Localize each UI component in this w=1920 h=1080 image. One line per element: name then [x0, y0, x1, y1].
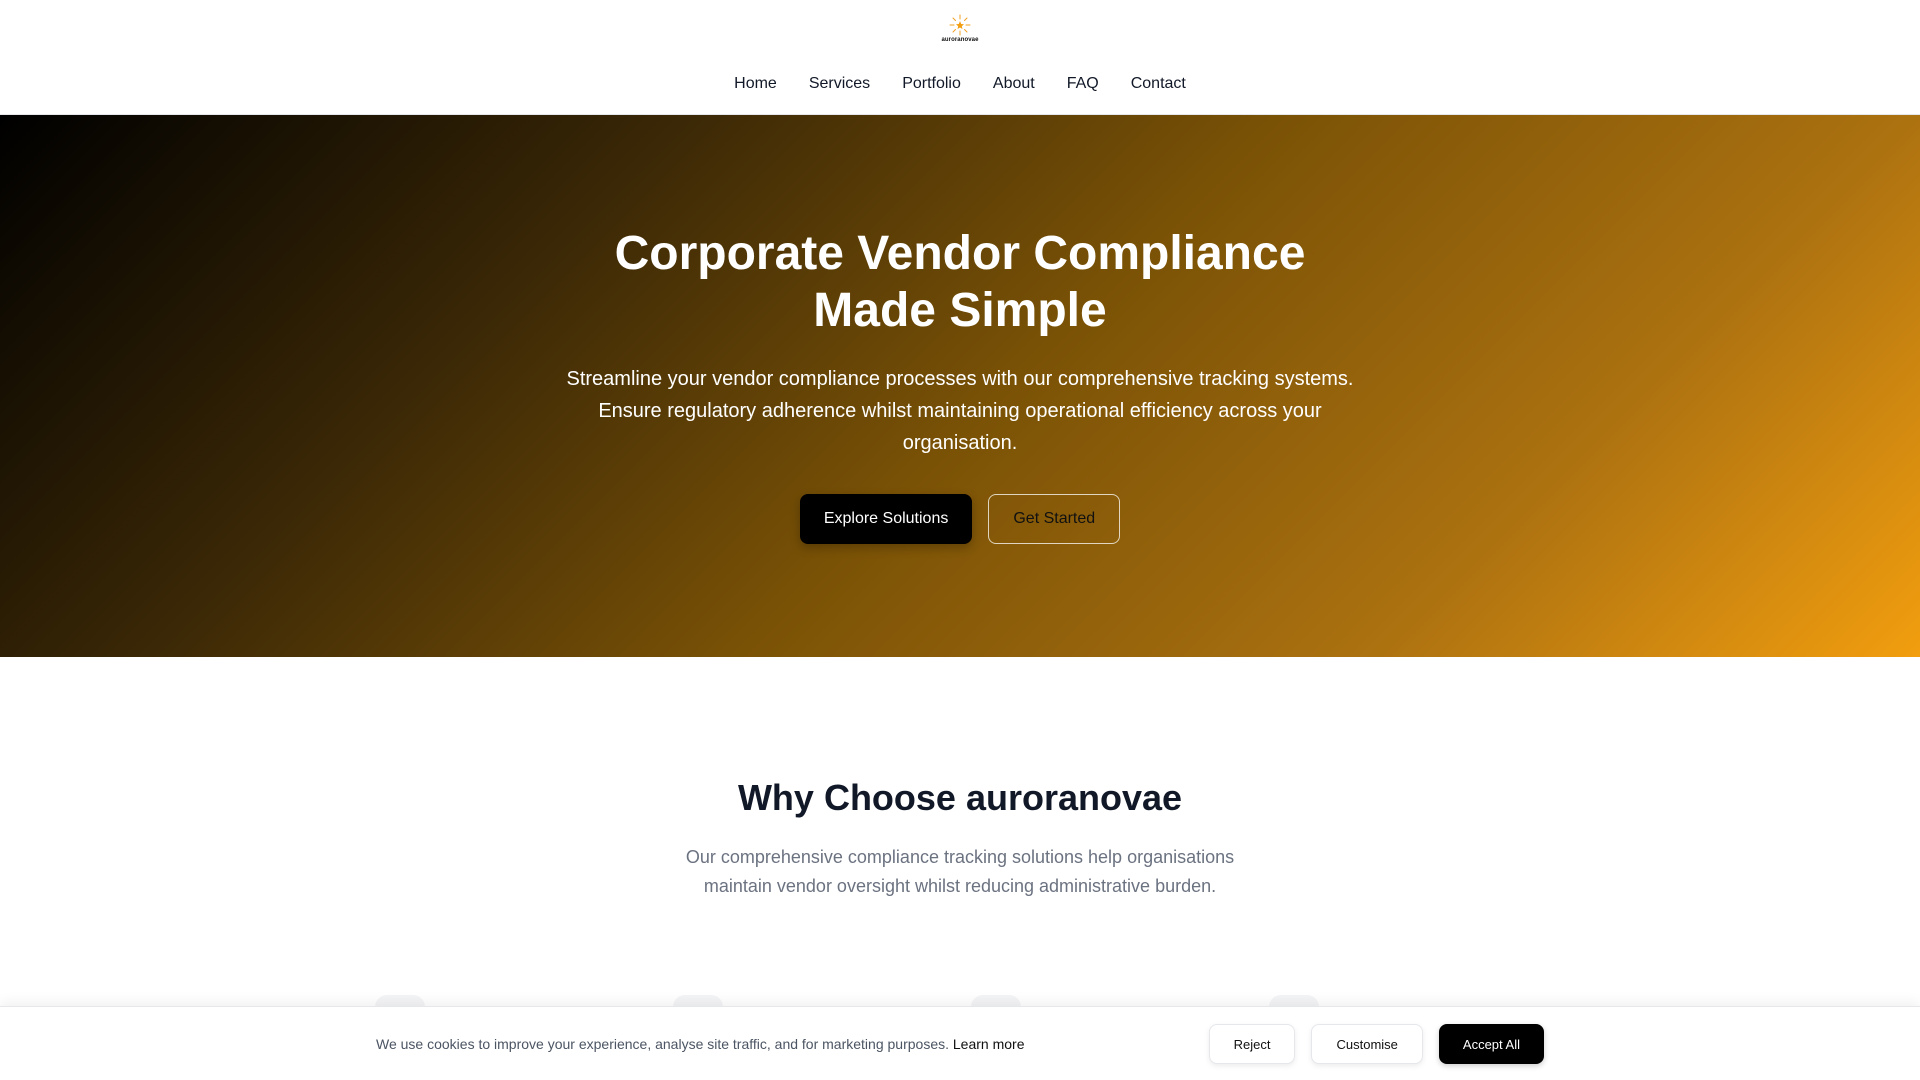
- reject-button[interactable]: Reject: [1208, 1024, 1296, 1064]
- sunburst-star-icon: [949, 14, 971, 36]
- learn-more-link[interactable]: Learn more: [953, 1036, 1025, 1052]
- site-header: auroranovae Home Services Portfolio Abou…: [0, 0, 1920, 115]
- nav-contact[interactable]: Contact: [1131, 72, 1186, 96]
- hero-subtitle: Streamline your vendor compliance proces…: [566, 368, 1354, 454]
- cookie-text: We use cookies to improve your experienc…: [376, 1036, 949, 1052]
- nav-services[interactable]: Services: [809, 72, 870, 96]
- why-subtitle: Our comprehensive compliance tracking so…: [685, 847, 1235, 896]
- nav-about[interactable]: About: [993, 72, 1035, 96]
- customise-button[interactable]: Customise: [1311, 1024, 1423, 1064]
- main-nav: Home Services Portfolio About FAQ Contac…: [0, 72, 1920, 96]
- get-started-button[interactable]: Get Started: [988, 494, 1121, 544]
- nav-faq[interactable]: FAQ: [1067, 72, 1099, 96]
- explore-solutions-button[interactable]: Explore Solutions: [799, 494, 973, 544]
- cookie-banner: We use cookies to improve your experienc…: [0, 1006, 1920, 1080]
- nav-portfolio[interactable]: Portfolio: [902, 72, 961, 96]
- accept-all-button[interactable]: Accept All: [1438, 1024, 1544, 1064]
- cookie-actions: Reject Customise Accept All: [1208, 1024, 1544, 1064]
- hero-title-line2: Made Simple: [813, 284, 1107, 337]
- hero-title-line1: Corporate Vendor Compliance: [614, 227, 1306, 280]
- cookie-message: We use cookies to improve your experienc…: [376, 1035, 1024, 1053]
- why-title: Why Choose auroranovae: [737, 777, 1183, 818]
- nav-home[interactable]: Home: [734, 72, 777, 96]
- logo-text: auroranovae: [941, 37, 979, 43]
- hero-actions: Explore Solutions Get Started: [0, 494, 1920, 544]
- hero-section: Corporate Vendor Compliance Made Simple …: [0, 115, 1920, 657]
- hero-title: Corporate Vendor Compliance Made Simple: [460, 225, 1460, 339]
- logo[interactable]: auroranovae: [940, 14, 980, 48]
